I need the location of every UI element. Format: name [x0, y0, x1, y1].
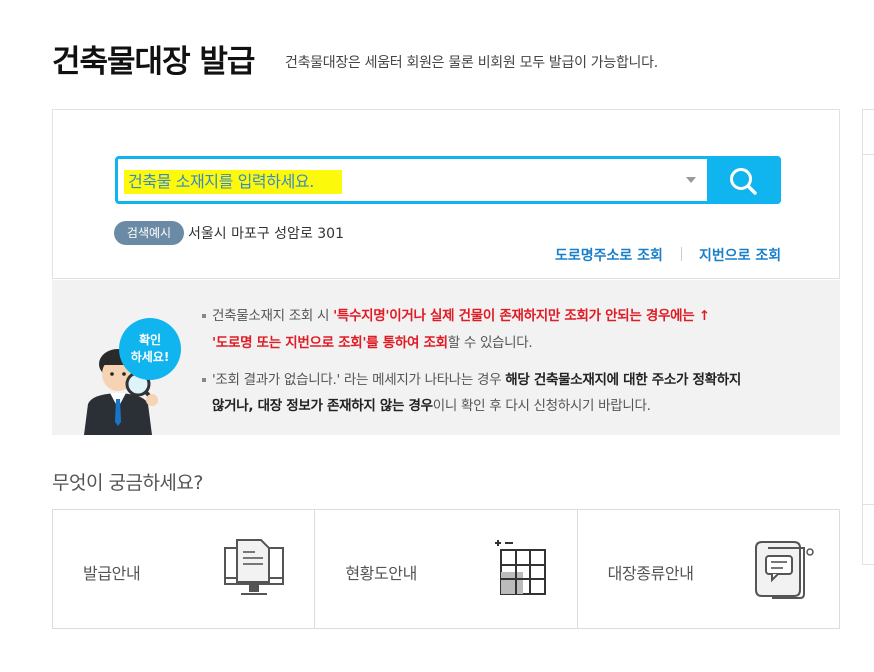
card-status-drawing-guide[interactable]: 현황도안내	[315, 510, 578, 628]
example-address: 서울시 마포구 성암로 301	[188, 226, 344, 242]
notice-item-2-cont: 않거나, 대장 정보가 존재하지 않는 경우이니 확인 후 다시 신청하시기 바…	[212, 394, 651, 414]
address-search-input[interactable]: 건축물 소재지를 입력하세요.	[115, 156, 781, 204]
search-placeholder: 건축물 소재지를 입력하세요.	[124, 170, 342, 194]
notice-item-1: 건축물소재지 조회 시 '특수지명'이거나 실제 건물이 존재하지만 조회가 안…	[202, 304, 710, 324]
search-icon	[730, 168, 757, 195]
floor-plan-icon	[495, 540, 547, 595]
check-bubble: 확인 하세요!	[119, 318, 181, 380]
search-panel: 건축물 소재지를 입력하세요. 검색예시 서울시 마포구 성암로 301 도로명…	[52, 109, 840, 279]
card-register-type-guide[interactable]: 대장종류안내	[578, 510, 839, 628]
bubble-line2: 하세요!	[130, 350, 170, 364]
bubble-line1: 확인	[138, 333, 162, 347]
dropdown-arrow-icon[interactable]	[686, 177, 696, 183]
side-divider	[863, 504, 874, 505]
faq-title: 무엇이 궁금하세요?	[52, 472, 203, 494]
bullet-icon	[202, 378, 206, 382]
road-address-search-link[interactable]: 도로명주소로 조회	[555, 245, 663, 265]
card-label: 대장종류안내	[607, 564, 694, 583]
notice-emphasis: 않거나, 대장 정보가 존재하지 않는 경우	[212, 398, 433, 414]
faq-cards: 발급안내 현황도안내 대장종류안내	[52, 509, 840, 629]
bullet-icon	[202, 314, 206, 318]
side-divider	[863, 154, 874, 155]
example-badge: 검색예시	[114, 221, 184, 245]
link-divider	[681, 247, 682, 261]
card-label: 현황도안내	[345, 564, 417, 583]
page-title: 건축물대장 발급	[52, 44, 255, 80]
notice-panel: 확인 하세요! 건축물소재지 조회 시 '특수지명'이거나 실제 건물이 존재하…	[52, 280, 840, 435]
scroll-document-icon	[754, 541, 814, 599]
notice-text: 할 수 있습니다.	[447, 335, 533, 351]
notice-item-1-cont: '도로명 또는 지번으로 조회'를 통하여 조회할 수 있습니다.	[212, 331, 533, 351]
search-button[interactable]	[707, 156, 781, 204]
notice-text: 이니 확인 후 다시 신청하시기 바랍니다.	[432, 398, 651, 414]
card-issue-guide[interactable]: 발급안내	[53, 510, 316, 628]
notice-highlight: '특수지명'이거나 실제 건물이 존재하지만 조회가 안되는 경우에는 ↑	[333, 308, 710, 324]
notice-text: '조회 결과가 없습니다.' 라는 메세지가 나타나는 경우	[212, 372, 506, 388]
notice-highlight: '도로명 또는 지번으로 조회'를 통하여 조회	[212, 335, 448, 351]
lot-number-search-link[interactable]: 지번으로 조회	[699, 245, 781, 265]
side-panel	[862, 109, 874, 565]
monitor-document-icon	[224, 539, 284, 595]
notice-item-2: '조회 결과가 없습니다.' 라는 메세지가 나타나는 경우 해당 건축물소재지…	[202, 368, 741, 388]
page-subtitle: 건축물대장은 세움터 회원은 물론 비회원 모두 발급이 가능합니다.	[285, 55, 658, 71]
notice-emphasis: 해당 건축물소재지에 대한 주소가 정확하지	[505, 372, 742, 388]
notice-text: 건축물소재지 조회 시	[212, 308, 334, 324]
card-label: 발급안내	[83, 564, 141, 583]
